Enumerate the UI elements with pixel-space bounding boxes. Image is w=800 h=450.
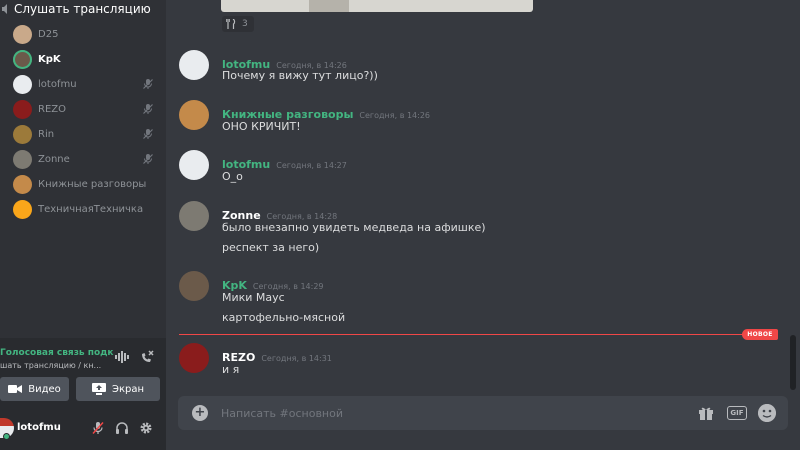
message-text: было внезапно увидеть медведа на афишке) <box>222 221 486 234</box>
voice-user-name: Zonne <box>38 154 70 165</box>
voice-user-name: Книжные разговоры <box>38 179 147 190</box>
muted-mic-icon <box>143 79 153 89</box>
message-timestamp: Сегодня, в 14:26 <box>359 111 430 120</box>
message-timestamp: Сегодня, в 14:31 <box>261 354 332 363</box>
camera-icon <box>8 385 23 393</box>
channel-sidebar: Слушать трансляцию D25 KpK lotofmu REZO <box>0 0 166 450</box>
avatar <box>13 200 32 219</box>
video-button[interactable]: Видео <box>0 377 69 401</box>
avatar[interactable] <box>179 271 209 301</box>
voice-user-name: lotofmu <box>38 79 77 90</box>
avatar <box>13 125 32 144</box>
screen-share-icon <box>91 383 106 395</box>
avatar[interactable] <box>179 50 209 80</box>
chat-scrollbar[interactable] <box>790 335 796 390</box>
message-text: картофельно-мясной <box>222 311 346 324</box>
voice-user-technichnaya[interactable]: ТехничнаяТехничка <box>0 197 166 222</box>
video-button-label: Видео <box>28 383 61 395</box>
voice-user-lotofmu[interactable]: lotofmu <box>0 72 166 97</box>
screen-share-button[interactable]: Экран <box>76 377 160 401</box>
message-text: и я <box>222 363 240 376</box>
avatar[interactable] <box>179 201 209 231</box>
gift-icon[interactable] <box>698 405 714 421</box>
gear-icon[interactable] <box>139 421 153 435</box>
voice-channel-title: Слушать трансляцию <box>14 2 151 16</box>
reaction-count: 3 <box>242 19 248 29</box>
message-text: О_о <box>222 170 243 183</box>
avatar <box>13 150 32 169</box>
noise-suppression-icon[interactable] <box>115 351 129 363</box>
message-composer: + GIF <box>178 396 788 430</box>
reaction-button[interactable]: 3 <box>222 16 254 32</box>
voice-user-list: D25 KpK lotofmu REZO Rin Zonne Книжные р… <box>0 22 166 222</box>
speaker-icon <box>2 4 7 14</box>
disconnect-call-icon[interactable] <box>140 350 154 364</box>
avatar[interactable] <box>179 150 209 180</box>
fork-and-knife-icon <box>226 19 236 29</box>
muted-mic-icon <box>143 104 153 114</box>
chat-area: 3 lotofmu Сегодня, в 14:26 Почему я вижу … <box>166 0 800 450</box>
avatar <box>13 175 32 194</box>
avatar <box>13 75 32 94</box>
avatar <box>13 100 32 119</box>
current-username[interactable]: lotofmu <box>17 422 61 433</box>
voice-user-name: ТехничнаяТехничка <box>38 204 144 215</box>
avatar[interactable] <box>179 100 209 130</box>
muted-mic-icon[interactable] <box>91 421 105 435</box>
user-panel: lotofmu <box>0 408 166 450</box>
voice-user-zonne[interactable]: Zonne <box>0 147 166 172</box>
message-timestamp: Сегодня, в 14:27 <box>276 161 347 170</box>
voice-user-rezo[interactable]: REZO <box>0 97 166 122</box>
avatar <box>13 25 32 44</box>
voice-user-knizhnye-razgovory[interactable]: Книжные разговоры <box>0 172 166 197</box>
avatar <box>13 50 32 69</box>
voice-channel-path: шать трансляцию / кн... <box>0 361 102 370</box>
voice-user-name: Rin <box>38 129 55 140</box>
emoji-icon[interactable] <box>758 404 776 422</box>
avatar[interactable] <box>179 343 209 373</box>
message-timestamp: Сегодня, в 14:28 <box>266 212 338 221</box>
new-messages-badge: НОВОЕ <box>742 329 778 340</box>
voice-connected-status[interactable]: Голосовая связь подк <box>0 348 114 358</box>
voice-user-d25[interactable]: D25 <box>0 22 166 47</box>
message-text: Почему я вижу тут лицо?)) <box>222 69 378 82</box>
upload-plus-icon[interactable]: + <box>192 405 208 421</box>
image-attachment[interactable] <box>221 0 533 12</box>
voice-channel-header[interactable]: Слушать трансляцию <box>0 0 166 18</box>
headphones-icon[interactable] <box>115 421 129 435</box>
message-text: респект за него) <box>222 241 320 254</box>
image-attachment-detail <box>309 0 349 12</box>
voice-user-name: KpK <box>38 54 61 65</box>
new-messages-divider <box>179 334 776 335</box>
screen-share-label: Экран <box>111 383 145 395</box>
message-text: ОНО КРИЧИТ! <box>222 120 301 133</box>
message-input[interactable] <box>221 404 661 422</box>
voice-user-name: D25 <box>38 29 59 40</box>
voice-user-kpk[interactable]: KpK <box>0 47 166 72</box>
gif-picker-button[interactable]: GIF <box>727 406 747 420</box>
voice-user-rin[interactable]: Rin <box>0 122 166 147</box>
voice-user-name: REZO <box>38 104 66 115</box>
muted-mic-icon <box>143 154 153 164</box>
online-status-dot <box>3 433 10 440</box>
muted-mic-icon <box>143 129 153 139</box>
message-text: Мики Маус <box>222 291 285 304</box>
message-timestamp: Сегодня, в 14:29 <box>252 282 324 291</box>
